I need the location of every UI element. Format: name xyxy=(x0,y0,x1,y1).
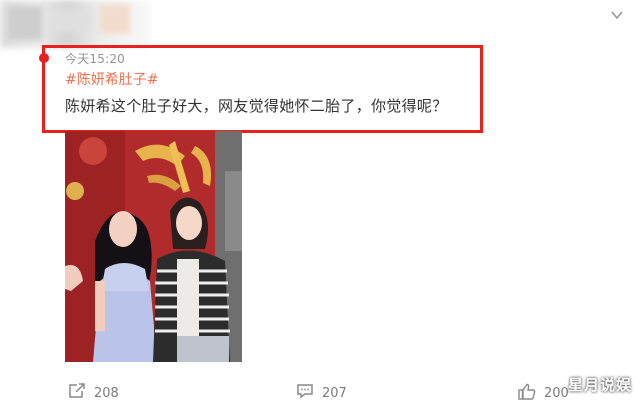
repost-icon xyxy=(68,383,94,403)
post-photo[interactable] xyxy=(65,131,242,362)
repost-button[interactable]: 208 xyxy=(68,383,119,403)
hashtag-link[interactable]: #陈妍希肚子# xyxy=(65,69,158,89)
like-button[interactable]: 200 xyxy=(518,383,569,404)
chevron-down-icon[interactable] xyxy=(610,6,624,20)
post-timestamp: 今天15:20 xyxy=(65,52,125,66)
thumbs-up-icon xyxy=(518,383,544,404)
weibo-post-card: 今天15:20 #陈妍希肚子# 陈妍希这个肚子好大，网友觉得她怀二胎了，你觉得呢… xyxy=(0,0,640,409)
post-body-text: 陈妍希这个肚子好大，网友觉得她怀二胎了，你觉得呢？ xyxy=(65,97,448,115)
comment-icon xyxy=(296,383,322,403)
comment-button[interactable]: 207 xyxy=(296,383,347,403)
comment-count: 207 xyxy=(322,385,347,401)
like-count: 200 xyxy=(544,386,569,401)
repost-count: 208 xyxy=(94,385,119,401)
blurred-user-header xyxy=(0,0,150,48)
watermark-text: 星月说娱 xyxy=(567,376,632,394)
red-marker-dot xyxy=(39,53,49,63)
